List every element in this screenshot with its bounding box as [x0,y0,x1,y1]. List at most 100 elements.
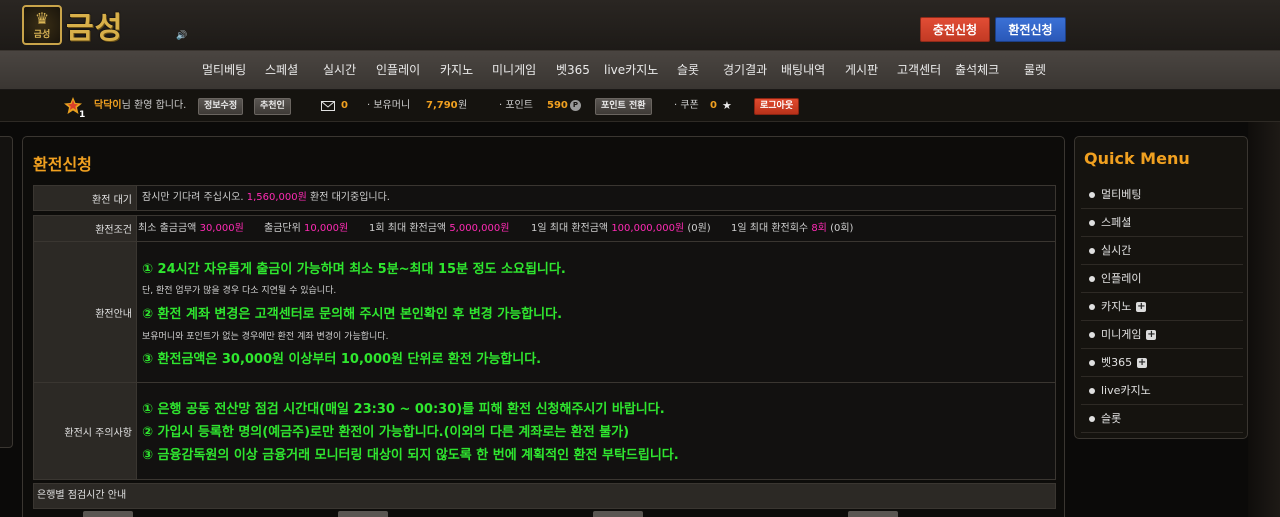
bank-tab[interactable] [593,511,643,517]
page-title: 환전신청 [33,155,92,174]
caution-line-3: ③ 금융감독원의 이상 금융거래 모니터링 대상이 되지 않도록 한 번에 계획… [142,448,679,463]
waiting-amount: 1,560,000원 [246,192,307,203]
svg-text:1: 1 [79,110,85,118]
withdraw-guide-row: 환전안내 ① 24시간 자유롭게 출금이 가능하며 최소 5분~최대 15분 정… [33,241,1056,383]
withdraw-caution-content: ① 은행 공동 전산망 점검 시간대(매일 23:30 ~ 00:30)를 피해… [138,383,1055,479]
withdraw-waiting-content: 잠시만 기다려 주십시오. 1,560,000원 환전 대기중입니다. [138,186,1055,210]
guide-line-1: ① 24시간 자유롭게 출금이 가능하며 최소 5분~최대 15분 정도 소요됩… [142,262,566,277]
guide-line-3: ③ 환전금액은 30,000원 이상부터 10,000원 단위로 환전 가능합니… [142,352,542,367]
withdraw-caution-label: 환전시 주의사항 [34,383,137,479]
withdraw-waiting-label: 환전 대기 [34,186,137,210]
quick-item-casino[interactable]: 카지노 + [1081,293,1243,321]
quick-menu-list: 멀티베팅 스페셜 실시간 인플레이 카지노 + 미니게임 + 벳365 + live카… [1081,181,1243,433]
point-label: · 포인트 [499,100,533,111]
bullet-icon [1089,416,1095,422]
nav-live-casino[interactable]: live카지노 [604,51,658,90]
money-label: · 보유머니 [367,100,411,111]
condition-unit: 출금단위 10,000원 [264,223,349,234]
speaker-icon[interactable]: 🔊 [176,31,187,41]
withdraw-panel: 환전신청 환전 대기 잠시만 기다려 주십시오. 1,560,000원 환전 대… [22,136,1065,517]
withdraw-request-button[interactable]: 환전신청 [995,17,1066,42]
top-header: ♛ 금성 금성 🔊 충전신청 환전신청 [0,0,1280,51]
bullet-icon [1089,248,1095,254]
deposit-request-button[interactable]: 충전신청 [920,17,990,42]
guide-note-2: 보유머니와 포인트가 없는 경우에만 환전 계좌 변경이 가능합니다. [142,332,389,342]
bank-maintenance-header: 은행별 점검시간 안내 [33,483,1056,509]
withdraw-conditions-row: 환전조건 최소 출금금액 30,000원 출금단위 10,000원 1회 최대 … [33,215,1056,242]
bullet-icon [1089,304,1095,310]
bank-tab[interactable] [338,511,388,517]
nav-special[interactable]: 스페셜 [265,51,298,90]
quick-menu-title: Quick Menu [1084,149,1190,168]
bullet-icon [1089,220,1095,226]
quick-item-slot[interactable]: 슬롯 [1081,405,1243,433]
money-value: 7,790 [426,100,458,111]
withdraw-guide-content: ① 24시간 자유롭게 출금이 가능하며 최소 5분~최대 15분 정도 소요됩… [138,242,1055,382]
nav-board[interactable]: 게시판 [845,51,878,90]
caution-line-2: ② 가입시 등록한 명의(예금주)로만 환전이 가능합니다.(이외의 다른 계좌… [142,425,630,440]
welcome-text: 닥닥이님 환영 합니다. [94,90,186,122]
quick-item-special[interactable]: 스페셜 [1081,209,1243,237]
quick-item-minigame[interactable]: 미니게임 + [1081,321,1243,349]
nav-support[interactable]: 고객센터 [897,51,941,90]
logo-emblem-text: 금성 [33,29,51,40]
waiting-suffix: 환전 대기중입니다. [310,192,390,203]
messages-count[interactable]: 0 [341,90,348,122]
nav-bet365[interactable]: 벳365 [556,51,590,90]
user-info-bar: 1 닥닥이님 환영 합니다. 정보수정 추천인 0 · 보유머니 7,790 원… [0,90,1280,122]
expand-plus-icon[interactable]: + [1136,302,1147,312]
coupon-star-icon: ★ [722,99,732,112]
point-coin-icon: P [570,90,581,122]
bullet-icon [1089,276,1095,282]
nav-inplay[interactable]: 인플레이 [376,51,420,90]
bullet-icon [1089,332,1095,338]
bank-tab[interactable] [848,511,898,517]
expand-plus-icon[interactable]: + [1146,330,1157,340]
bullet-icon [1089,192,1095,198]
withdraw-guide-label: 환전안내 [34,242,137,382]
nav-slot[interactable]: 슬롯 [677,51,699,90]
site-logo[interactable]: ♛ 금성 금성 [22,4,158,46]
withdraw-conditions-content: 최소 출금금액 30,000원 출금단위 10,000원 1회 최대 환전금액 … [138,216,1055,241]
quick-item-multi-betting[interactable]: 멀티베팅 [1081,181,1243,209]
nav-minigame[interactable]: 미니게임 [492,51,536,90]
withdraw-caution-row: 환전시 주의사항 ① 은행 공동 전산망 점검 시간대(매일 23:30 ~ 0… [33,382,1056,480]
point-convert-button[interactable]: 포인트 전환 [595,98,652,115]
username: 닥닥이 [94,100,122,111]
condition-max-daily-amount: 1일 최대 환전금액 100,000,000원 (0원) [531,223,711,234]
edit-info-button[interactable]: 정보수정 [198,98,244,115]
condition-min-amount: 최소 출금금액 30,000원 [138,223,244,234]
waiting-prefix: 잠시만 기다려 주십시오. [142,192,244,203]
guide-line-2: ② 환전 계좌 변경은 고객센터로 문의해 주시면 본인확인 후 변경 가능합니… [142,307,563,322]
quick-item-live-casino[interactable]: live카지노 [1081,377,1243,405]
money-unit: 원 [458,100,468,111]
nav-attendance[interactable]: 출석체크 [955,51,999,90]
right-background [1248,122,1280,517]
withdraw-waiting-row: 환전 대기 잠시만 기다려 주십시오. 1,560,000원 환전 대기중입니다… [33,185,1056,211]
mail-icon[interactable] [321,101,335,111]
nav-results[interactable]: 경기결과 [723,51,767,90]
quick-item-bet365[interactable]: 벳365 + [1081,349,1243,377]
expand-plus-icon[interactable]: + [1137,358,1148,368]
quick-item-live[interactable]: 실시간 [1081,237,1243,265]
nav-bet-history[interactable]: 배팅내역 [781,51,825,90]
logo-emblem: ♛ 금성 [22,5,62,45]
nav-multi-betting[interactable]: 멀티베팅 [202,51,246,90]
logout-button[interactable]: 로그아웃 [754,98,800,115]
nav-casino[interactable]: 카지노 [440,51,473,90]
main-nav: 멀티베팅 스페셜 실시간 인플레이 카지노 미니게임 벳365 live카지노 … [0,51,1280,90]
quick-menu: Quick Menu 멀티베팅 스페셜 실시간 인플레이 카지노 + 미니게임 + … [1074,136,1248,439]
quick-item-inplay[interactable]: 인플레이 [1081,265,1243,293]
nav-roulette[interactable]: 룰렛 [1024,51,1046,90]
point-value: 590 [547,100,568,111]
nav-live[interactable]: 실시간 [323,51,356,90]
welcome-suffix: 님 환영 합니다. [121,100,187,111]
logo-text: 금성 [66,11,124,46]
condition-max-daily-count: 1일 최대 환전회수 8회 (0회) [731,223,854,234]
referrer-button[interactable]: 추천인 [254,98,291,115]
condition-max-once: 1회 최대 환전금액 5,000,000원 [369,223,510,234]
coupon-value: 0 [710,100,717,111]
bank-maintenance-tabs [33,511,1056,517]
bullet-icon [1089,388,1095,394]
bank-tab[interactable] [83,511,133,517]
